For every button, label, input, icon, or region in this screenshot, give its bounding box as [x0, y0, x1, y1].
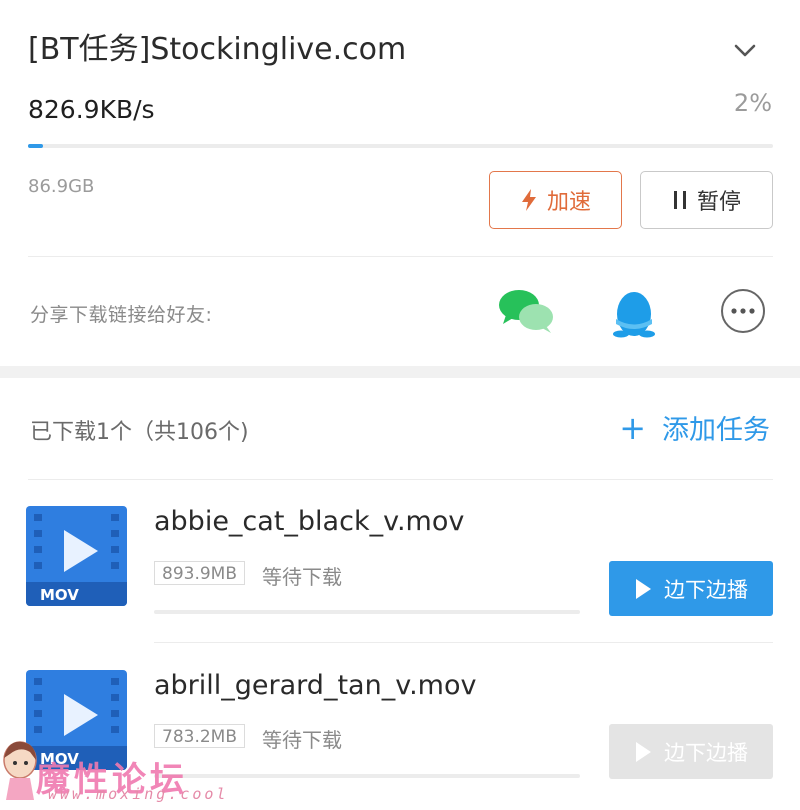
- play-label: 边下边播: [664, 577, 748, 602]
- add-task-label: 添加任务: [662, 415, 770, 446]
- play-icon: [634, 741, 652, 763]
- file-name: abbie_cat_black_v.mov: [154, 506, 465, 537]
- file-size: 893.9MB: [154, 561, 245, 585]
- play-while-download-button[interactable]: 边下边播: [609, 561, 773, 616]
- play-icon: [634, 578, 652, 600]
- section-separator: [0, 366, 800, 378]
- play-while-download-button[interactable]: 边下边播: [609, 724, 773, 779]
- file-progress-bar: [154, 774, 580, 778]
- file-progress-bar: [154, 610, 580, 614]
- accelerate-button[interactable]: 加速: [489, 171, 622, 229]
- pause-icon: [672, 189, 688, 211]
- file-name: abrill_gerard_tan_v.mov: [154, 670, 477, 701]
- watermark-url: www.moxing.cool: [48, 785, 229, 803]
- divider: [154, 642, 773, 643]
- divider: [28, 256, 773, 257]
- divider: [28, 479, 773, 480]
- progress-bar-fill: [28, 144, 43, 148]
- file-status: 等待下载: [262, 565, 342, 589]
- task-title: [BT任务]Stockinglive.com: [28, 32, 407, 67]
- file-ext: MOV: [40, 586, 79, 604]
- file-status: 等待下载: [262, 728, 342, 752]
- accelerate-label: 加速: [546, 190, 591, 215]
- video-file-icon: MOV: [26, 506, 127, 606]
- progress-percent: 2%: [733, 89, 772, 117]
- plus-icon: +: [619, 408, 646, 447]
- more-icon[interactable]: [720, 288, 766, 334]
- pause-button[interactable]: 暂停: [640, 171, 773, 229]
- pause-label: 暂停: [696, 190, 741, 215]
- download-speed: 826.9KB/s: [28, 95, 155, 124]
- share-label: 分享下载链接给好友:: [30, 304, 213, 326]
- watermark-face-icon: [0, 738, 38, 802]
- download-count: 已下载1个（共106个): [30, 420, 249, 445]
- chevron-down-icon[interactable]: [730, 38, 760, 62]
- wechat-icon[interactable]: [498, 288, 556, 334]
- lightning-icon: [520, 188, 538, 212]
- total-size: 86.9GB: [28, 176, 95, 197]
- add-task-button[interactable]: + 添加任务: [619, 408, 770, 447]
- qq-icon[interactable]: [612, 284, 656, 338]
- play-label: 边下边播: [664, 740, 748, 765]
- file-size: 783.2MB: [154, 724, 245, 748]
- progress-bar: [28, 144, 773, 148]
